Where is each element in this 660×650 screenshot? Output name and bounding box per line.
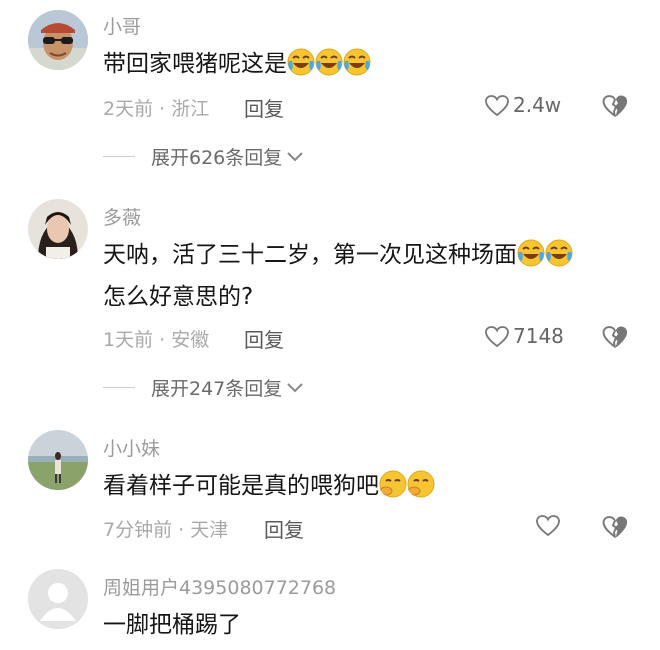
heart-outline-icon [485,94,509,116]
expand-replies-button[interactable]: 展开626条回复 [103,143,304,170]
tears-of-joy-emoji [315,48,343,76]
comment-text: 带回家喂猪呢这是 [103,42,371,86]
comment-text-content: 看着样子可能是真的喂狗吧 [103,473,379,499]
chevron-down-icon [287,151,303,161]
comment-text-line1: 天呐，活了三十二岁，第一次见这种场面 [103,242,517,268]
broken-heart-icon[interactable] [602,515,628,539]
username[interactable]: 周姐用户4395080772768 [103,573,336,600]
avatar-photo [28,10,88,70]
expand-replies-label: 展开247条回复 [151,378,283,400]
like-count: 7148 [513,324,564,348]
comment-text: 看着样子可能是真的喂狗吧 [103,464,435,508]
divider-line [103,387,135,388]
comment-text: 天呐，活了三十二岁，第一次见这种场面 [103,233,573,277]
time-location: 2天前 · 浙江 [103,98,210,120]
default-avatar-icon [28,569,88,629]
reply-button[interactable]: 回复 [244,93,284,122]
username[interactable]: 小哥 [103,12,141,39]
heart-outline-icon [485,325,509,347]
hand-over-mouth-emoji [407,470,435,498]
comment-text: 一脚把桶踢了 [103,612,241,638]
like-button[interactable]: 2.4w [485,93,561,117]
time-location: 1天前 · 安徽 [103,329,210,351]
username[interactable]: 小小妹 [103,434,160,461]
expand-replies-label: 展开626条回复 [151,147,283,169]
username[interactable]: 多薇 [103,203,141,230]
tears-of-joy-emoji [545,239,573,267]
hand-over-mouth-emoji [379,470,407,498]
like-count: 2.4w [513,93,562,117]
avatar[interactable] [28,199,88,259]
chevron-down-icon [287,382,303,392]
heart-outline-icon [536,515,560,536]
broken-heart-icon[interactable] [602,325,628,349]
avatar[interactable] [28,430,88,490]
tears-of-joy-emoji [287,48,315,76]
broken-heart-icon[interactable] [602,94,628,118]
expand-replies-button[interactable]: 展开247条回复 [103,374,304,401]
divider-line [103,156,135,157]
comment-text-line2: 怎么好意思的? [103,284,254,310]
comment-text-content: 带回家喂猪呢这是 [103,51,287,77]
tears-of-joy-emoji [343,48,371,76]
tears-of-joy-emoji [517,239,545,267]
like-button[interactable]: 7148 [485,324,564,348]
avatar[interactable] [28,569,88,629]
reply-button[interactable]: 回复 [244,324,284,353]
avatar-photo [28,199,88,259]
avatar-photo [28,430,88,490]
avatar[interactable] [28,10,88,70]
reply-button[interactable]: 回复 [264,514,304,543]
like-button[interactable] [536,514,560,537]
time-location: 7分钟前 · 天津 [103,519,229,541]
